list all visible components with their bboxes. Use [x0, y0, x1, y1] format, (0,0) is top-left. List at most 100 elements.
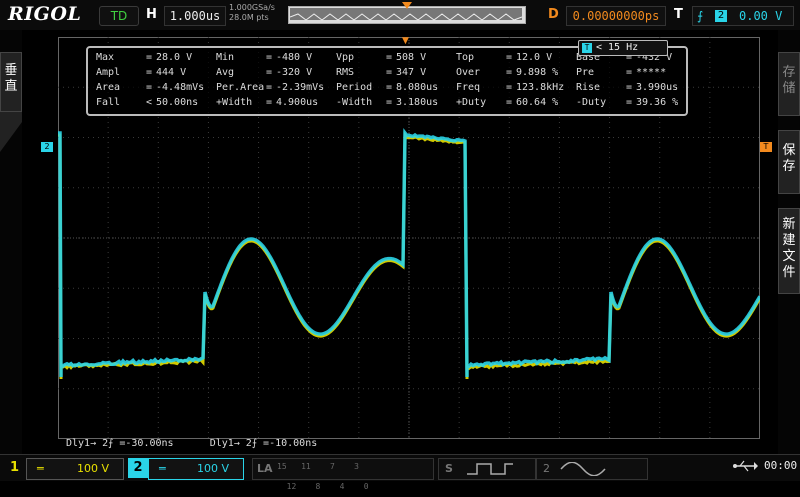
measurement-operator: < [146, 97, 152, 108]
reference-settings[interactable]: 2 [536, 458, 648, 480]
measurement-name: Top [456, 52, 474, 63]
new-file-tab[interactable]: 新 建 文 件 [778, 208, 800, 294]
measurement-operator: = [386, 67, 392, 78]
measurement-name: Max [96, 52, 114, 63]
memory-depth: 28.0M pts [229, 13, 275, 23]
measurement-item: Pre = ***** [576, 67, 594, 78]
measurement-value: 3.990us [636, 82, 678, 93]
measurement-operator: = [506, 67, 512, 78]
measurement-name: Rise [576, 82, 600, 93]
measurement-item: Min = -480 V [216, 52, 234, 63]
trigger-position-icon [402, 2, 412, 9]
measurement-name: Ampl [96, 67, 120, 78]
measurement-operator: = [386, 97, 392, 108]
measurement-name: Avg [216, 67, 234, 78]
tab-slant-decor [0, 112, 22, 152]
usb-icon [732, 459, 760, 475]
run-state-button[interactable]: TD [99, 6, 139, 26]
trigger-level-marker[interactable]: T [760, 142, 772, 152]
measurement-item: Vpp = 508 V [336, 52, 354, 63]
save-tab[interactable]: 保 存 [778, 130, 800, 194]
measurement-operator: = [386, 52, 392, 63]
measurement-item: Period = 8.080us [336, 82, 372, 93]
measurement-value: 508 V [396, 52, 426, 63]
logic-analyzer-settings[interactable]: LA 15 11 7 3 12 8 4 0 [252, 458, 434, 480]
measurement-name: -Duty [576, 97, 606, 108]
measurement-value: 50.00ns [156, 97, 198, 108]
measurement-value: -2.39mVs [276, 82, 324, 93]
measurement-name: +Duty [456, 97, 486, 108]
measurement-value: 4.900us [276, 97, 318, 108]
math-settings[interactable]: S [438, 458, 536, 480]
trigger-source-badge: 2 [715, 10, 727, 22]
measurement-operator: = [386, 82, 392, 93]
memory-window [290, 8, 522, 20]
sine-wave-icon [559, 462, 619, 476]
measurement-item: -Duty = 39.36 % [576, 97, 606, 108]
measurement-value: -320 V [276, 67, 312, 78]
channel2-settings[interactable]: ═ 100 V [148, 458, 244, 480]
measurement-name: Over [456, 67, 480, 78]
measurement-item: +Width = 4.900us [216, 97, 252, 108]
delay-value[interactable]: 0.00000000ps [566, 6, 666, 26]
measurement-item: -Width = 3.180us [336, 97, 372, 108]
channel1-number[interactable]: 1 [10, 458, 19, 478]
measurement-operator: = [506, 82, 512, 93]
trigger-level: 0.00 V [739, 7, 782, 25]
measurement-name: Period [336, 82, 372, 93]
measurement-value: -480 V [276, 52, 312, 63]
delay-readout-1: Dly1→ 2⨍ =-30.00ns [66, 438, 174, 449]
channel1-settings[interactable]: ═ 100 V [26, 458, 124, 480]
channel2-offset-marker[interactable]: 2 [41, 142, 53, 152]
dc-coupling-icon: ═ [159, 459, 166, 479]
sample-rate: 1.000GSa/s [229, 3, 275, 13]
measurement-value: 8.080us [396, 82, 438, 93]
timebase-value[interactable]: 1.000us [164, 6, 226, 26]
storage-tab[interactable]: 存 储 [778, 52, 800, 116]
channel1-scale: 100 V [77, 459, 109, 479]
measurement-operator: = [146, 52, 152, 63]
measurement-operator: = [626, 97, 632, 108]
measurement-name: Fall [96, 97, 120, 108]
measurement-name: -Width [336, 97, 372, 108]
measurement-item: Avg = -320 V [216, 67, 234, 78]
measurement-item: Over = 9.898 % [456, 67, 480, 78]
vertical-menu-tab[interactable]: 垂 直 [0, 52, 22, 112]
measurement-operator: = [266, 82, 272, 93]
measurement-value: 28.0 V [156, 52, 192, 63]
left-side-panel: 垂 直 [0, 30, 22, 454]
memory-preview-wave [290, 11, 522, 23]
delay-label: D [548, 7, 559, 22]
measurement-item: Freq = 123.8kHz [456, 82, 480, 93]
measurement-name: Min [216, 52, 234, 63]
measurement-item: Fall <50.00ns [96, 97, 120, 108]
frequency-counter[interactable]: T < 15 Hz [578, 40, 668, 56]
sample-info: 1.000GSa/s 28.0M pts [229, 3, 275, 23]
math-label: S [445, 459, 453, 479]
measurement-name: +Width [216, 97, 252, 108]
square-wave-icon [465, 462, 515, 476]
measurement-value: 9.898 % [516, 67, 558, 78]
measurement-operator: = [266, 67, 272, 78]
measurement-value: 3.180us [396, 97, 438, 108]
measurement-value: 60.64 % [516, 97, 558, 108]
measurement-value: 12.0 V [516, 52, 552, 63]
trigger-position-marker[interactable]: ▼ [402, 37, 409, 45]
la-channel-numbers: 15 11 7 3 12 8 4 0 [277, 457, 369, 497]
measurement-item: Per.Area = -2.39mVs [216, 82, 264, 93]
measurement-value: 444 V [156, 67, 186, 78]
measurement-operator: = [146, 82, 152, 93]
measurement-value: 123.8kHz [516, 82, 564, 93]
delay-readout-2: Dly1→ 2⨍ =-10.00ns [210, 438, 318, 449]
right-side-panel: 存 储 保 存 新 建 文 件 [778, 30, 800, 454]
trigger-badge-icon: T [582, 43, 592, 53]
measurement-operator: = [506, 97, 512, 108]
measurement-item: Rise = 3.990us [576, 82, 600, 93]
measurement-item: +Duty = 60.64 % [456, 97, 486, 108]
measurement-name: Per.Area [216, 82, 264, 93]
measurement-value: 39.36 % [636, 97, 678, 108]
channel2-number[interactable]: 2 [128, 458, 148, 478]
measurement-value: 347 V [396, 67, 426, 78]
trigger-settings[interactable]: ⨍ 2 0.00 V [692, 6, 794, 26]
measurement-item: Max = 28.0 V [96, 52, 114, 63]
